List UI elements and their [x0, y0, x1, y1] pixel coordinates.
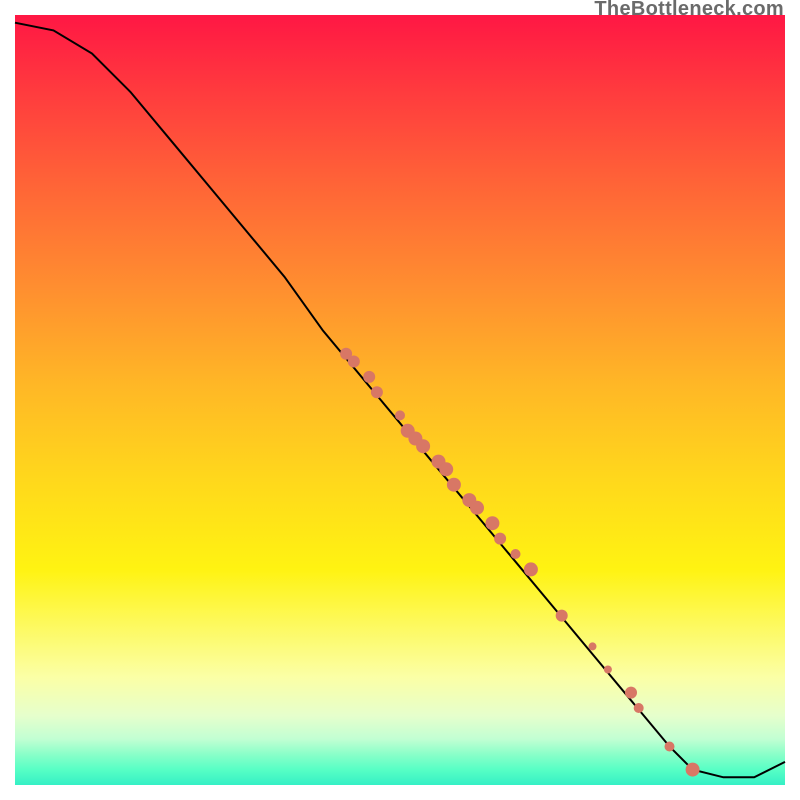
data-point — [511, 549, 521, 559]
data-point — [686, 763, 700, 777]
data-point — [439, 462, 453, 476]
data-point — [625, 687, 637, 699]
data-point — [416, 439, 430, 453]
data-point — [371, 386, 383, 398]
data-point — [589, 642, 597, 650]
data-point — [447, 478, 461, 492]
chart-container: TheBottleneck.com — [0, 0, 800, 800]
data-point — [604, 666, 612, 674]
data-point — [524, 562, 538, 576]
data-point — [363, 371, 375, 383]
data-point — [556, 610, 568, 622]
data-point — [634, 703, 644, 713]
data-point — [665, 742, 675, 752]
bottleneck-curve — [15, 23, 785, 778]
chart-svg-overlay — [0, 0, 800, 800]
data-point — [494, 533, 506, 545]
data-point — [485, 516, 499, 530]
data-point — [470, 501, 484, 515]
data-point — [348, 356, 360, 368]
data-points-group — [340, 348, 699, 777]
data-point — [395, 410, 405, 420]
